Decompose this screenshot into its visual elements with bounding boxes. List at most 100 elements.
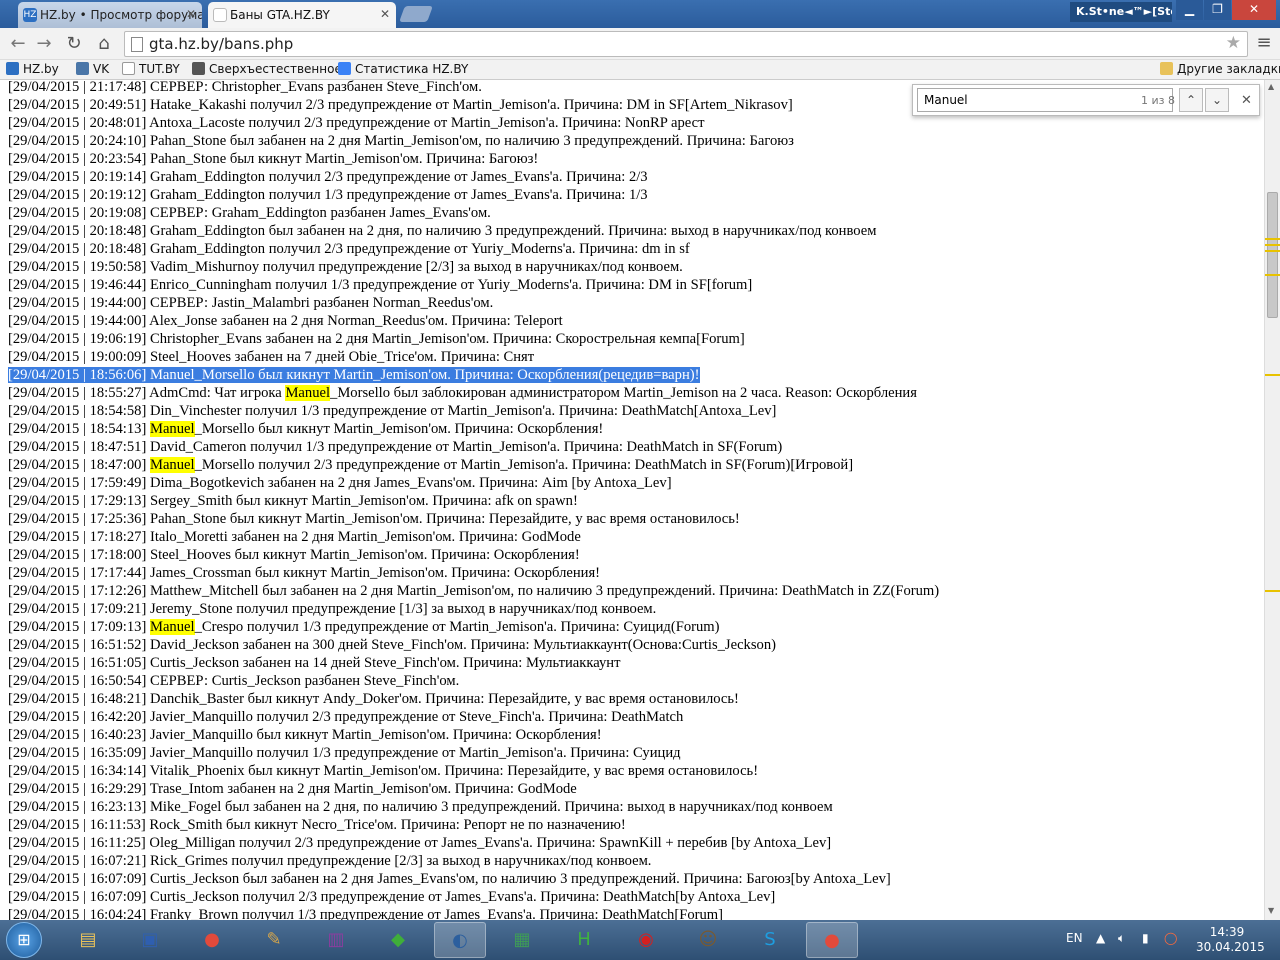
profile-button[interactable]: K.St•ne◄™►[Sto... bbox=[1070, 2, 1172, 22]
language-indicator[interactable]: EN bbox=[1066, 931, 1083, 945]
log-text: [29/04/2015 | 17:18:27] Italo_Moretti за… bbox=[8, 529, 581, 545]
back-icon[interactable]: ← bbox=[6, 32, 30, 56]
other-bookmarks-label: Другие закладки bbox=[1177, 62, 1280, 76]
log-row: [29/04/2015 | 19:44:00] СЕРВЕР: Jastin_M… bbox=[8, 294, 939, 312]
reload-icon[interactable]: ↻ bbox=[62, 32, 86, 56]
log-text: [29/04/2015 | 16:34:14] Vitalik_Phoenix … bbox=[8, 763, 759, 779]
taskbar-button[interactable]: ▣ bbox=[124, 922, 176, 958]
tab-bans[interactable]: Баны GTA.HZ.BY ✕ bbox=[208, 2, 396, 28]
close-window-button[interactable]: ✕ bbox=[1232, 0, 1276, 20]
start-button[interactable]: ⊞ bbox=[6, 922, 42, 958]
bookmark-item[interactable]: Сверхъестественное bbox=[192, 62, 342, 76]
folder-icon bbox=[1160, 62, 1173, 75]
winrar-icon: ▥ bbox=[327, 929, 345, 950]
log-row: [29/04/2015 | 16:07:09] Curtis_Jeckson б… bbox=[8, 870, 939, 888]
scroll-down-icon[interactable]: ▼ bbox=[1268, 906, 1274, 915]
vertical-scrollbar[interactable]: ▲ ▼ bbox=[1264, 80, 1280, 920]
find-bar: 1 из 8 ⌃ ⌄ ✕ bbox=[912, 84, 1260, 116]
log-text: [29/04/2015 | 16:04:24] Franky_Brown пол… bbox=[8, 907, 723, 920]
log-row: [29/04/2015 | 19:50:58] Vadim_Mishurnoy … bbox=[8, 258, 939, 276]
taskbar-button[interactable]: ▤ bbox=[62, 922, 114, 958]
log-row: [29/04/2015 | 16:42:20] Javier_Manquillo… bbox=[8, 708, 939, 726]
taskbar-button[interactable]: ◉ bbox=[620, 922, 672, 958]
log-row: [29/04/2015 | 17:25:36] Pahan_Stone был … bbox=[8, 510, 939, 528]
minimize-button[interactable]: ▁ bbox=[1176, 0, 1203, 20]
find-match-marker bbox=[1265, 250, 1280, 252]
find-input[interactable] bbox=[917, 88, 1173, 112]
opera-icon[interactable]: ◯ bbox=[1164, 931, 1177, 945]
log-text: [29/04/2015 | 18:56:06] Manuel_Morsello … bbox=[8, 367, 700, 383]
log-row: [29/04/2015 | 16:35:09] Javier_Manquillo… bbox=[8, 744, 939, 762]
taskbar-button[interactable]: ☺ bbox=[682, 922, 734, 958]
google-icon bbox=[338, 62, 351, 75]
log-row: [29/04/2015 | 16:34:14] Vitalik_Phoenix … bbox=[8, 762, 939, 780]
notepad-icon: ▦ bbox=[513, 929, 531, 950]
taskbar-button[interactable]: ▥ bbox=[310, 922, 362, 958]
log-text: [29/04/2015 | 21:17:48] СЕРВЕР: Christop… bbox=[8, 80, 482, 95]
network-icon[interactable]: ▮ bbox=[1142, 931, 1149, 945]
taskbar-button[interactable]: H bbox=[558, 922, 610, 958]
record-icon: ◉ bbox=[638, 929, 654, 950]
url-text[interactable]: gta.hz.by/bans.php bbox=[149, 35, 293, 53]
log-text: [29/04/2015 | 16:07:09] Curtis_Jeckson б… bbox=[8, 871, 891, 887]
log-text: [29/04/2015 | 16:29:29] Trase_Intom заба… bbox=[8, 781, 577, 797]
log-text: [29/04/2015 | 18:47:00] Manuel_Morsello … bbox=[8, 457, 854, 473]
paint-icon: ✎ bbox=[266, 929, 282, 950]
log-text: [29/04/2015 | 19:44:00] СЕРВЕР: Jastin_M… bbox=[8, 295, 494, 311]
taskbar-button[interactable]: S bbox=[744, 922, 796, 958]
close-icon[interactable]: ✕ bbox=[380, 7, 390, 21]
scrollbar-thumb[interactable] bbox=[1267, 192, 1278, 318]
log-row: [29/04/2015 | 16:23:13] Mike_Fogel был з… bbox=[8, 798, 939, 816]
log-text: [29/04/2015 | 17:18:00] Steel_Hooves был… bbox=[8, 547, 580, 563]
star-icon[interactable]: ★ bbox=[1226, 33, 1241, 53]
tab-hz-forum[interactable]: HZ HZ.by • Просмотр форума ✕ bbox=[18, 2, 202, 28]
taskbar-button[interactable]: ● bbox=[806, 922, 858, 958]
taskbar-button[interactable]: ◆ bbox=[372, 922, 424, 958]
log-row: [29/04/2015 | 17:18:27] Italo_Moretti за… bbox=[8, 528, 939, 546]
bookmark-item[interactable]: Статистика HZ.BY bbox=[338, 62, 468, 76]
log-row: [29/04/2015 | 20:19:14] Graham_Eddington… bbox=[8, 168, 939, 186]
menu-icon[interactable]: ≡ bbox=[1252, 32, 1276, 56]
page-icon bbox=[122, 62, 135, 75]
maximize-button[interactable]: ❐ bbox=[1204, 0, 1231, 20]
forward-icon[interactable]: → bbox=[32, 32, 56, 56]
log-row: [29/04/2015 | 16:50:54] СЕРВЕР: Curtis_J… bbox=[8, 672, 939, 690]
qip-icon: ◆ bbox=[391, 929, 405, 950]
log-row: [29/04/2015 | 20:18:48] Graham_Eddington… bbox=[8, 240, 939, 258]
log-text: [29/04/2015 | 16:51:05] Curtis_Jeckson з… bbox=[8, 655, 621, 671]
tray-arrow-icon[interactable]: ▲ bbox=[1096, 931, 1105, 945]
volume-icon[interactable]: 🔈︎ bbox=[1118, 931, 1125, 946]
skype-icon: S bbox=[764, 929, 776, 950]
taskbar-button[interactable]: ◐ bbox=[434, 922, 486, 958]
bookmark-item[interactable]: HZ.by bbox=[6, 62, 59, 76]
other-bookmarks[interactable]: Другие закладки bbox=[1160, 62, 1280, 76]
log-row: [29/04/2015 | 16:48:21] Danchik_Baster б… bbox=[8, 690, 939, 708]
windows-taskbar: ⊞ ▤ ▣ ● ✎ ▥ ◆ ◐ ▦ H ◉ ☺ S ● EN ▲ 🔈︎ ▮ ◯ 14:39 30.04.… bbox=[0, 920, 1280, 960]
address-bar[interactable]: gta.hz.by/bans.php ★ bbox=[124, 31, 1248, 57]
log-text: [29/04/2015 | 18:47:51] David_Cameron по… bbox=[8, 439, 783, 455]
scroll-up-icon[interactable]: ▲ bbox=[1268, 82, 1274, 91]
log-row: [29/04/2015 | 20:19:08] СЕРВЕР: Graham_E… bbox=[8, 204, 939, 222]
new-tab-button[interactable] bbox=[399, 6, 433, 22]
find-previous-button[interactable]: ⌃ bbox=[1179, 88, 1203, 112]
home-icon[interactable]: ⌂ bbox=[92, 32, 116, 56]
clock[interactable]: 14:39 30.04.2015 bbox=[1196, 925, 1265, 955]
log-row: [29/04/2015 | 17:12:26] Matthew_Mitchell… bbox=[8, 582, 939, 600]
log-row: [29/04/2015 | 19:46:44] Enrico_Cunningha… bbox=[8, 276, 939, 294]
bookmark-item[interactable]: TUT.BY bbox=[122, 62, 180, 76]
log-text: [29/04/2015 | 16:11:25] Oleg_Milligan по… bbox=[8, 835, 832, 851]
taskbar-button[interactable]: ✎ bbox=[248, 922, 300, 958]
taskbar-button[interactable]: ▦ bbox=[496, 922, 548, 958]
close-icon[interactable]: ✕ bbox=[186, 7, 196, 21]
log-text: [29/04/2015 | 16:50:54] СЕРВЕР: Curtis_J… bbox=[8, 673, 460, 689]
taskbar-button[interactable]: ● bbox=[186, 922, 238, 958]
find-count: 1 из 8 bbox=[1141, 94, 1175, 107]
find-highlight: Manuel bbox=[149, 421, 195, 437]
find-next-button[interactable]: ⌄ bbox=[1205, 88, 1229, 112]
log-row: [29/04/2015 | 16:04:24] Franky_Brown пол… bbox=[8, 906, 939, 920]
clock-date: 30.04.2015 bbox=[1196, 940, 1265, 954]
bookmark-item[interactable]: VK bbox=[76, 62, 109, 76]
close-icon[interactable]: ✕ bbox=[1241, 93, 1252, 108]
bookmarks-bar: HZ.by VK TUT.BY Сверхъестественное Статистик… bbox=[0, 60, 1280, 80]
chrome-active-icon: ● bbox=[824, 930, 840, 951]
